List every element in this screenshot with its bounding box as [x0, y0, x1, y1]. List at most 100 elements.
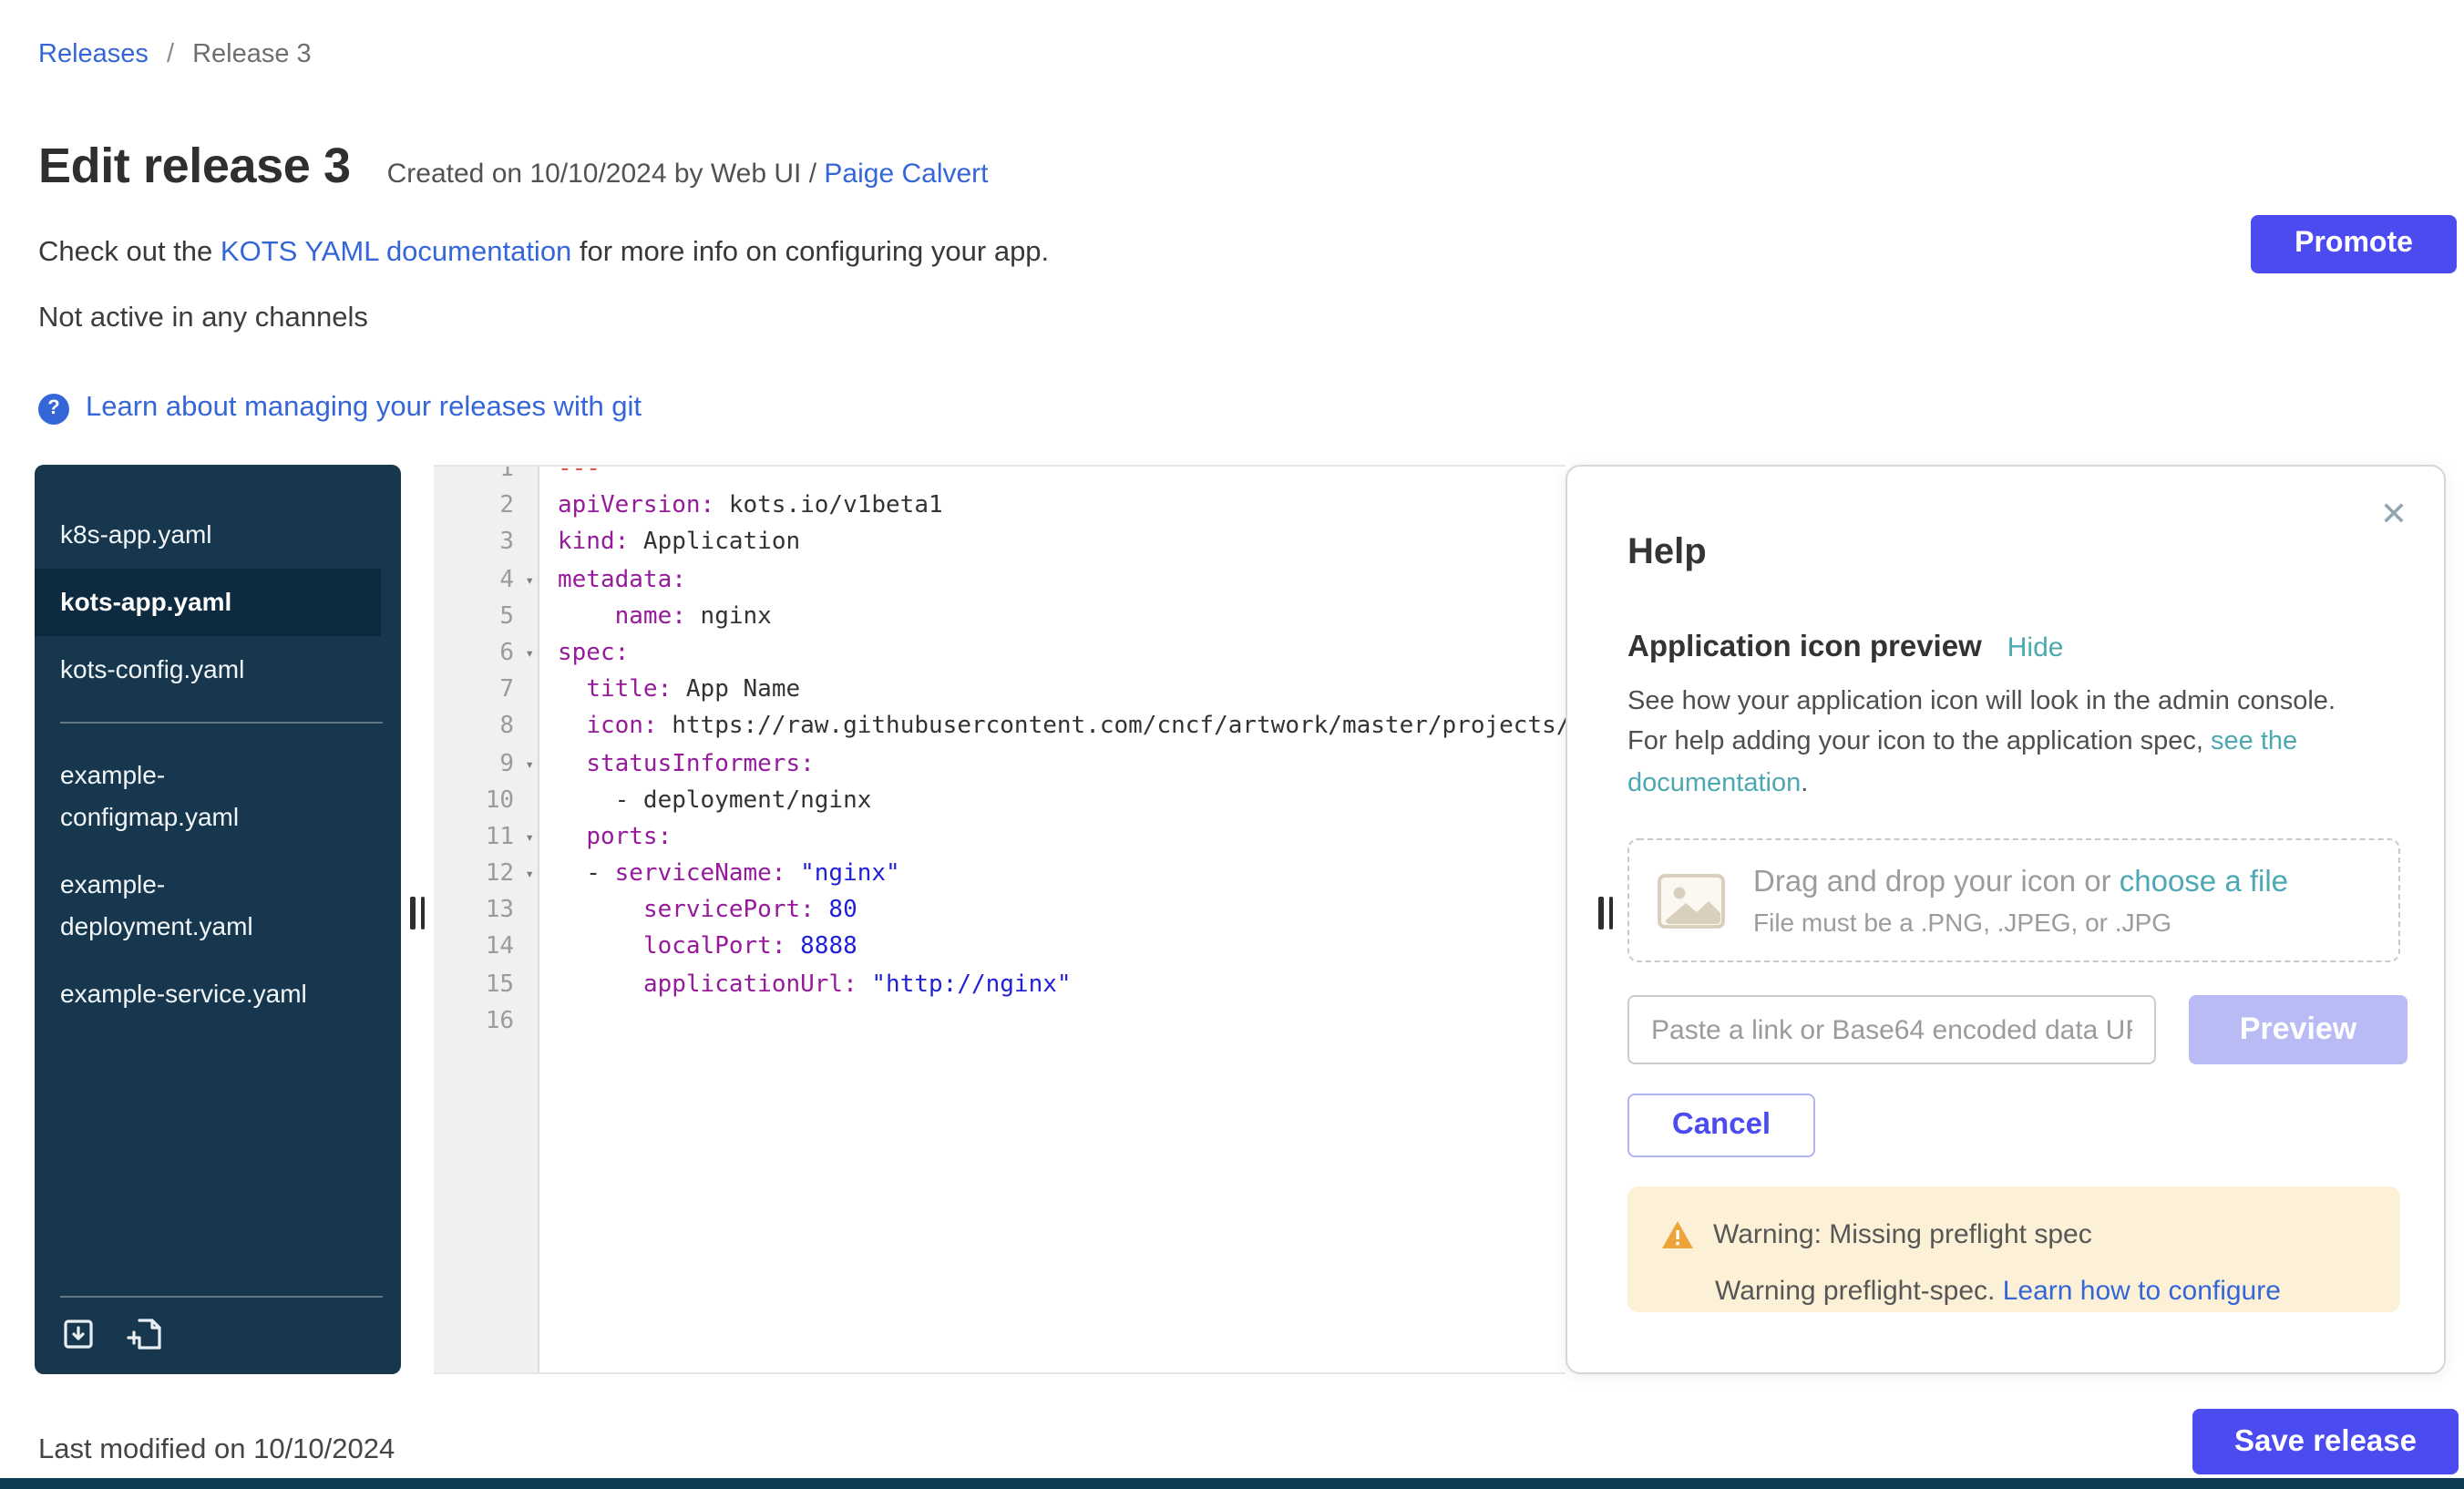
bottom-bar [0, 1478, 2464, 1489]
fold-toggle-icon[interactable]: ▾ [525, 746, 534, 783]
help-panel-title: Help [1627, 532, 1707, 574]
line-number: 15 [434, 967, 539, 1003]
editor-content: 1---2apiVersion: kots.io/v1beta13kind: A… [434, 465, 1566, 1041]
file-tree-item[interactable]: kots-config.yaml [35, 636, 315, 703]
editor-line: 4▾metadata: [434, 562, 1566, 599]
line-number: 3 [434, 526, 539, 562]
line-number: 13 [434, 894, 539, 930]
title-row: Edit release 3 Created on 10/10/2024 by … [38, 139, 989, 195]
editor-line: 14 localPort: 8888 [434, 930, 1566, 967]
line-number: 11▾ [434, 820, 539, 857]
code-line[interactable] [539, 1004, 1566, 1041]
release-editor-page: Releases / Release 3 Edit release 3 Crea… [0, 0, 2464, 1489]
code-line[interactable]: name: nginx [539, 600, 1566, 636]
kots-yaml-docs-link[interactable]: KOTS YAML documentation [221, 237, 571, 268]
icon-preview-section-header: Application icon preview Hide [1627, 631, 2063, 665]
code-line[interactable]: apiVersion: kots.io/v1beta1 [539, 488, 1566, 525]
upload-file-icon[interactable] [58, 1314, 98, 1354]
editor-line: 2apiVersion: kots.io/v1beta1 [434, 488, 1566, 525]
code-line[interactable]: statusInformers: [539, 746, 1566, 783]
fold-toggle-icon[interactable]: ▾ [525, 636, 534, 673]
editor-line: 6▾spec: [434, 636, 1566, 673]
line-number: 5 [434, 600, 539, 636]
file-tree-item[interactable]: example-service.yaml [35, 960, 315, 1028]
code-line[interactable]: spec: [539, 636, 1566, 673]
file-tree-actions [58, 1314, 166, 1354]
file-tree-item[interactable]: kots-app.yaml [35, 569, 381, 636]
icon-preview-description: See how your application icon will look … [1627, 682, 2360, 804]
file-tree-bottom-divider [60, 1296, 383, 1298]
yaml-editor[interactable]: 1---2apiVersion: kots.io/v1beta13kind: A… [434, 465, 1566, 1374]
line-number: 9▾ [434, 746, 539, 783]
editor-line: 1--- [434, 465, 1566, 488]
code-line[interactable]: kind: Application [539, 526, 1566, 562]
line-number: 1 [434, 465, 539, 488]
code-line[interactable]: --- [539, 465, 1566, 488]
panel-resize-handle[interactable] [1598, 897, 1613, 929]
code-line[interactable]: - serviceName: "nginx" [539, 857, 1566, 893]
editor-line: 3kind: Application [434, 526, 1566, 562]
learn-configure-link[interactable]: Learn how to configure [2003, 1276, 2281, 1307]
docs-hint: Check out the KOTS YAML documentation fo… [38, 237, 1049, 270]
fold-toggle-icon[interactable]: ▾ [525, 820, 534, 857]
breadcrumb-separator: / [167, 40, 174, 69]
line-number: 8 [434, 710, 539, 746]
close-icon[interactable]: ✕ [2380, 496, 2408, 534]
line-number: 14 [434, 930, 539, 967]
hide-link[interactable]: Hide [2007, 632, 2064, 663]
breadcrumb-current: Release 3 [192, 40, 312, 69]
page-title: Edit release 3 [38, 139, 351, 195]
file-tree-item[interactable]: k8s-app.yaml [35, 501, 315, 569]
breadcrumb: Releases / Release 3 [38, 40, 312, 69]
file-tree-list: k8s-app.yamlkots-app.yamlkots-config.yam… [35, 501, 401, 1028]
dropzone-instruction: Drag and drop your icon or [1753, 865, 2120, 898]
file-tree-divider [60, 722, 383, 724]
code-line[interactable]: icon: https://raw.githubusercontent.com/… [539, 710, 1566, 746]
file-tree-item[interactable]: example-deployment.yaml [35, 851, 315, 960]
description-text-after: . [1801, 768, 1808, 797]
promote-button[interactable]: Promote [2251, 215, 2457, 273]
author-link[interactable]: Paige Calvert [824, 159, 988, 190]
warning-detail-text: Warning preflight-spec. [1715, 1276, 2003, 1307]
created-text: Created on 10/10/2024 by Web UI / [387, 159, 825, 190]
code-line[interactable]: metadata: [539, 562, 1566, 599]
code-line[interactable]: - deployment/nginx [539, 783, 1566, 819]
new-file-icon[interactable] [126, 1314, 166, 1354]
line-number: 6▾ [434, 636, 539, 673]
editor-line: 9▾ statusInformers: [434, 746, 1566, 783]
cancel-button[interactable]: Cancel [1627, 1094, 1815, 1157]
line-number: 4▾ [434, 562, 539, 599]
choose-file-link[interactable]: choose a file [2120, 865, 2288, 898]
code-line[interactable]: title: App Name [539, 673, 1566, 709]
editor-line: 13 servicePort: 80 [434, 894, 1566, 930]
channel-status: Not active in any channels [38, 303, 368, 335]
code-line[interactable]: ports: [539, 820, 1566, 857]
line-number: 16 [434, 1004, 539, 1041]
code-line[interactable]: localPort: 8888 [539, 930, 1566, 967]
git-help-row: ? Learn about managing your releases wit… [38, 392, 642, 425]
warning-icon [1660, 1219, 1695, 1250]
created-meta: Created on 10/10/2024 by Web UI / Paige … [387, 159, 989, 190]
icon-dropzone[interactable]: Drag and drop your icon or choose a file… [1627, 838, 2400, 962]
fold-toggle-icon[interactable]: ▾ [525, 857, 534, 893]
file-tree-item[interactable]: example-configmap.yaml [35, 742, 315, 851]
save-release-button[interactable]: Save release [2192, 1409, 2459, 1474]
code-line[interactable]: servicePort: 80 [539, 894, 1566, 930]
editor-line: 11▾ ports: [434, 820, 1566, 857]
help-circle-icon: ? [38, 393, 69, 424]
dropzone-file-types: File must be a .PNG, .JPEG, or .JPG [1753, 907, 2288, 936]
editor-line: 10 - deployment/nginx [434, 783, 1566, 819]
editor-line: 15 applicationUrl: "http://nginx" [434, 967, 1566, 1003]
code-line[interactable]: applicationUrl: "http://nginx" [539, 967, 1566, 1003]
line-number: 2 [434, 488, 539, 525]
editor-line: 12▾ - serviceName: "nginx" [434, 857, 1566, 893]
preview-button[interactable]: Preview [2189, 995, 2408, 1064]
panel-resize-handle[interactable] [410, 897, 425, 929]
warning-text: Warning: Missing preflight spec [1713, 1219, 2092, 1250]
fold-toggle-icon[interactable]: ▾ [525, 562, 534, 599]
git-releases-link[interactable]: Learn about managing your releases with … [86, 392, 642, 425]
dropzone-text: Drag and drop your icon or choose a file… [1753, 865, 2288, 936]
icon-url-input[interactable] [1627, 995, 2156, 1064]
breadcrumb-releases-link[interactable]: Releases [38, 40, 149, 69]
image-placeholder-icon [1657, 872, 1726, 929]
